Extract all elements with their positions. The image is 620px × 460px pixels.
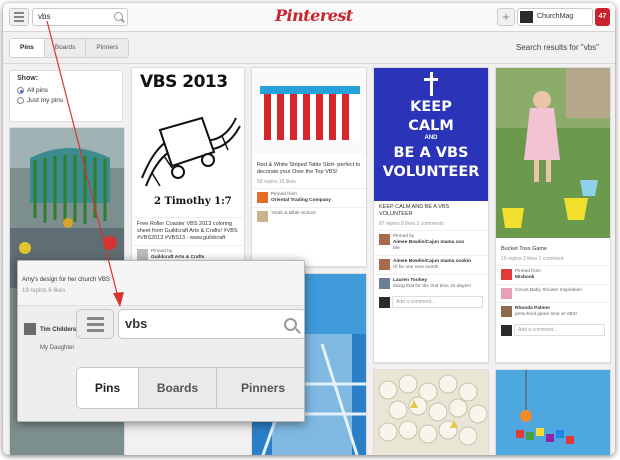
zoomed-tab-pinners[interactable]: Pinners (217, 368, 304, 408)
pin-stats: 59 repins 15 likes (257, 179, 296, 185)
pinner-name[interactable]: Aimee Bowlin/Cajun mama coo (393, 240, 464, 246)
comment: Lauren Toohey doing that for the 2nd tim… (374, 274, 488, 293)
pin-stats: 19 repins 6 likes (22, 288, 66, 294)
comment-text: doing that for the 2nd time 24 days!!! (393, 284, 471, 289)
pinner-name[interactable]: Mixbook (515, 275, 541, 281)
comment-text: preschool game time at VBS! (515, 312, 578, 317)
pinterest-logo[interactable]: Pinterest (275, 6, 353, 25)
poster-line: CALM (408, 118, 454, 134)
poster-line: VOLUNTEER (382, 164, 480, 180)
pin-card-vbs2013[interactable]: VBS 2013 2 Timothy 1:7 Free Roller Coast… (131, 67, 245, 287)
pin-card-bucket-toss[interactable]: Bucket Toss Game 19 repins 3 likes 1 com… (495, 67, 611, 363)
filter-option-label: Just my pins (27, 97, 64, 104)
radio-icon[interactable] (17, 97, 24, 104)
tab-boards[interactable]: Boards (45, 39, 87, 57)
top-bar: vbs Pinterest + ChurchMag 47 (3, 3, 615, 32)
pin-card-table-skirt[interactable]: Red & White Striped Table Skirt- perfect… (251, 67, 367, 267)
pin-board[interactable]: Circus Baby Shower Inspiration (496, 284, 610, 302)
board-name[interactable]: Youth & Bible School (271, 211, 316, 222)
zoomed-menu-button[interactable] (76, 309, 114, 339)
poster-line: BE A VBS (393, 145, 469, 161)
user-menu[interactable]: ChurchMag (517, 8, 593, 26)
search-icon[interactable] (114, 12, 123, 21)
pin-description: Free Roller Coaster VBS 2013 coloring sh… (137, 221, 238, 241)
zoomed-tab-pins[interactable]: Pins (77, 368, 139, 408)
vbs-image-verse: 2 Timothy 1:7 (154, 196, 232, 207)
pin-description: KEEP CALM AND BE A VBS VOLUNTEER (379, 204, 450, 217)
pin-image[interactable]: VBS 2013 2 Timothy 1:7 (132, 68, 244, 218)
pin-attribution[interactable]: Pinned from Oriental Trading Company (252, 188, 366, 207)
commenter-avatar[interactable] (379, 278, 390, 289)
filter-heading: Show: (17, 75, 38, 82)
pinner-board[interactable]: My Daughter (40, 345, 74, 351)
zoomed-search-input[interactable]: vbs (118, 309, 304, 339)
zoomed-search-value: vbs (125, 316, 148, 331)
pinner-avatar[interactable] (137, 249, 148, 260)
commenter-avatar[interactable] (501, 306, 512, 317)
pin-card-pearls[interactable] (373, 369, 489, 455)
search-icon[interactable] (284, 318, 297, 331)
filter-just-my-pins[interactable]: Just my pins (17, 97, 115, 104)
tab-pins[interactable]: Pins (10, 39, 45, 57)
comment-input[interactable]: Add a comment... (514, 324, 605, 336)
comment-input[interactable]: Add a comment... (392, 296, 483, 308)
results-heading: Search results for "vbs" (515, 43, 599, 52)
pin-image[interactable] (252, 68, 367, 154)
menu-button[interactable] (9, 8, 29, 26)
pin-description: Red & White Striped Table Skirt- perfect… (257, 162, 361, 175)
tab-pinners[interactable]: Pinners (86, 39, 128, 57)
commenter-avatar[interactable] (379, 259, 390, 270)
filter-option-label: All pins (27, 87, 48, 94)
zoomed-tab-boards[interactable]: Boards (139, 368, 217, 408)
add-pin-button[interactable]: + (497, 8, 515, 26)
search-value: vbs (38, 12, 51, 21)
pinner-board[interactable]: Me (393, 246, 464, 252)
notifications-badge[interactable]: 47 (595, 8, 610, 26)
pin-card-hanging-craft[interactable] (495, 369, 611, 455)
pinner-avatar[interactable] (501, 269, 512, 280)
search-input[interactable]: vbs (32, 8, 128, 26)
pin-card-keep-calm[interactable]: KEEP CALM AND BE A VBS VOLUNTEER KEEP CA… (373, 67, 489, 363)
comment: Rhonda Palmer preschool game time at VBS… (496, 302, 610, 321)
results-subnav: Pins Boards Pinners Search results for "… (3, 32, 615, 64)
pinner-avatar (24, 323, 36, 335)
pinner-name[interactable]: Tim Childers (40, 327, 76, 333)
pin-stats: 87 repins 8 likes 2 comments (379, 221, 444, 227)
show-filter: Show: All pins Just my pins (9, 70, 123, 122)
comment: Aimee Bowlin/Cajun mama cookin I'll be o… (374, 255, 488, 274)
pin-board[interactable]: Youth & Bible School (252, 207, 366, 225)
board-thumbnail (501, 288, 512, 299)
my-avatar (379, 296, 390, 308)
filter-all-pins[interactable]: All pins (17, 87, 115, 94)
pinner-name[interactable]: Oriental Trading Company (271, 198, 331, 204)
pin-image[interactable]: KEEP CALM AND BE A VBS VOLUNTEER (374, 68, 488, 201)
browser-window: vbs Pinterest + ChurchMag 47 Pins Boards… (3, 3, 615, 455)
board-thumbnail (257, 211, 268, 222)
hamburger-icon (14, 12, 24, 14)
hamburger-icon (86, 316, 104, 320)
pinner-avatar[interactable] (379, 234, 390, 245)
zoom-callout: Amy's design for her church VBS 19 repin… (17, 260, 305, 422)
plus-icon: + (502, 9, 510, 24)
poster-line: AND (424, 135, 438, 141)
pin-image[interactable] (496, 370, 611, 455)
radio-icon[interactable] (17, 87, 24, 94)
board-name[interactable]: Circus Baby Shower Inspiration (515, 288, 582, 299)
pin-description: Amy's design for her church VBS (22, 277, 110, 283)
zoomed-search-type-tabs: Pins Boards Pinners (76, 367, 304, 409)
my-avatar (501, 324, 512, 336)
pin-attribution[interactable]: Pinned from Mixbook (496, 265, 610, 284)
search-type-tabs: Pins Boards Pinners (9, 38, 130, 58)
user-name: ChurchMag (537, 13, 574, 20)
comment-text: I'll be one next month (393, 265, 439, 270)
pin-image[interactable] (374, 370, 489, 455)
cross-icon (424, 72, 438, 96)
pin-image[interactable] (496, 68, 611, 238)
pin-description: Bucket Toss Game (501, 246, 548, 252)
avatar (520, 11, 533, 23)
poster-line: KEEP (410, 99, 452, 115)
pin-attribution[interactable]: Pinned by Aimee Bowlin/Cajun mama coo Me (374, 230, 488, 255)
pin-stats: 19 repins 3 likes 1 comment (501, 256, 564, 262)
pinner-avatar[interactable] (257, 192, 268, 203)
